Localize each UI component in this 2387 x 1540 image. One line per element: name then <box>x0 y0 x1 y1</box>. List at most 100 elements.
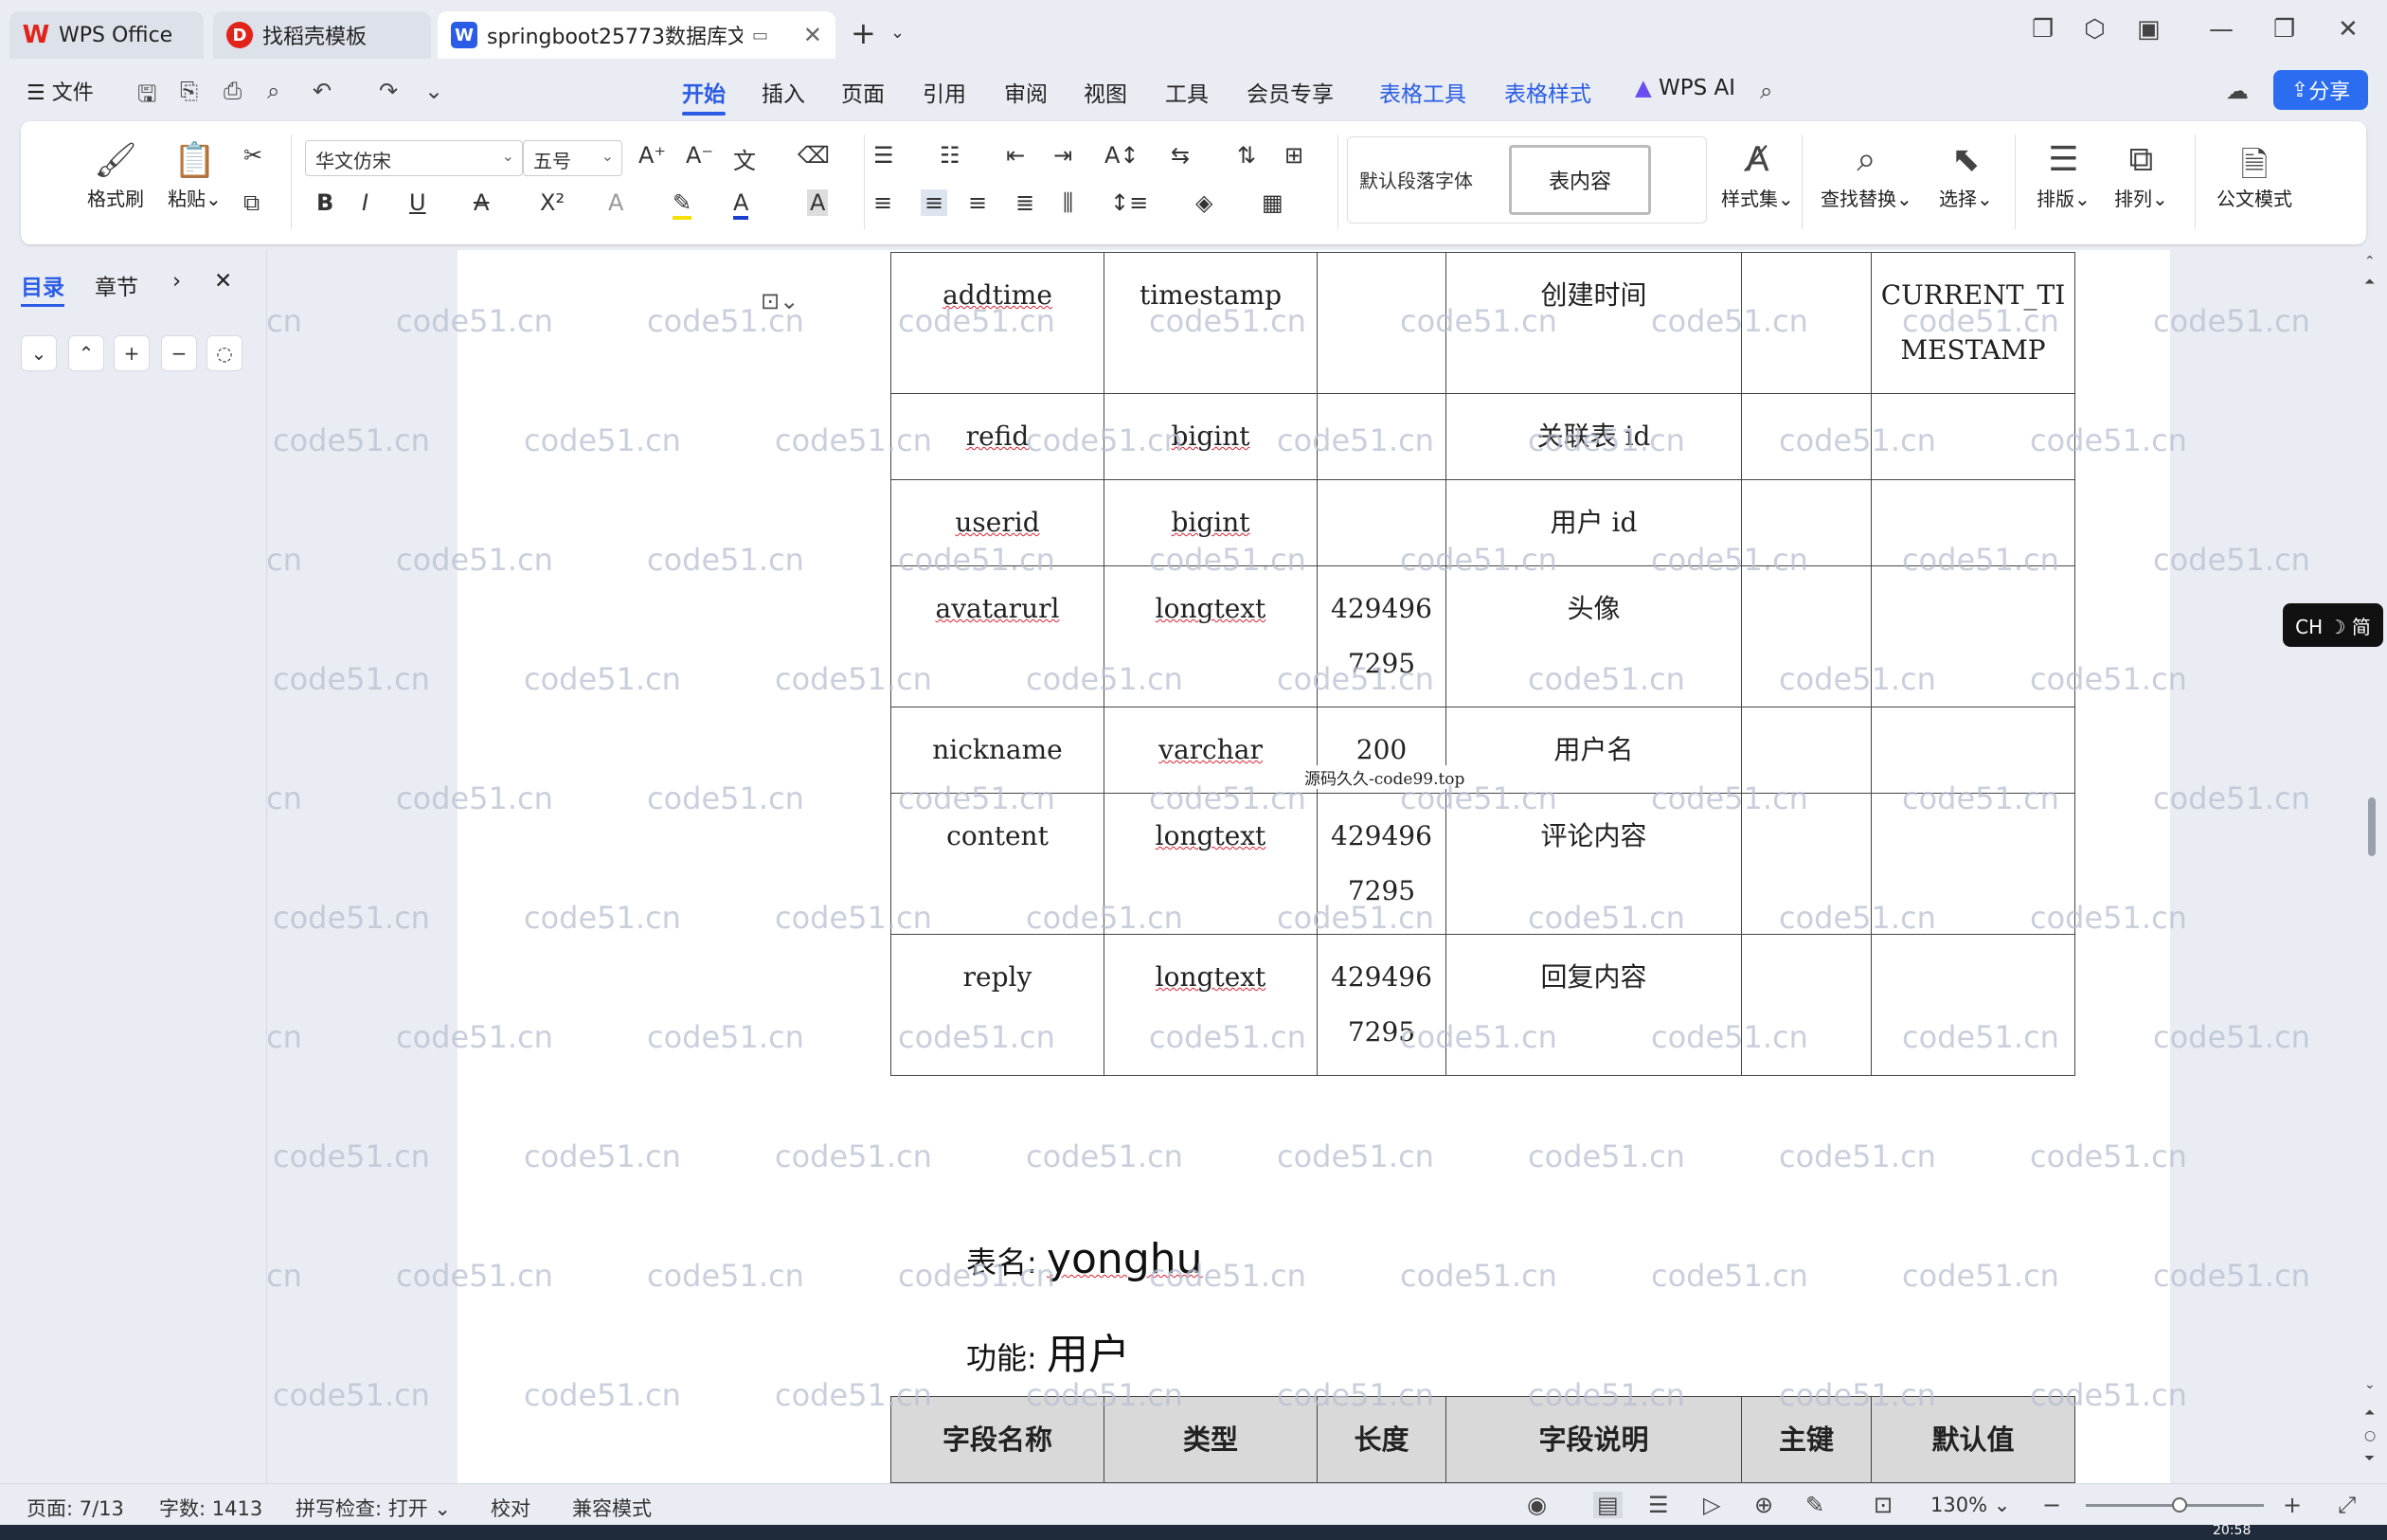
line-spacing-icon[interactable]: ↕≡ <box>1110 189 1148 216</box>
table-cell[interactable]: 评论内容 <box>1445 793 1742 935</box>
menu-member[interactable]: 会员专享 <box>1247 76 1334 108</box>
font-grow-icon[interactable]: A⁺ <box>638 142 666 169</box>
font-shrink-icon[interactable]: A⁻ <box>686 142 713 169</box>
chevron-right-icon[interactable]: › <box>172 269 181 294</box>
collapse-icon[interactable]: ⌄ <box>21 335 57 371</box>
table-cell[interactable] <box>1741 479 1872 566</box>
style-set-button[interactable]: A̸ 样式集⌄ <box>1721 140 1794 211</box>
sort-icon[interactable]: ⇅ <box>1237 142 1256 169</box>
menu-view[interactable]: 视图 <box>1084 76 1127 108</box>
menu-table-style[interactable]: 表格样式 <box>1504 76 1591 108</box>
indent-icon[interactable]: ⇥ <box>1053 142 1072 169</box>
page-indicator[interactable]: 页面: 7/13 <box>27 1494 124 1522</box>
table-cell[interactable]: nickname <box>890 707 1104 794</box>
table-cell[interactable] <box>1871 793 2075 935</box>
expand-icon[interactable]: ⌃ <box>68 335 104 371</box>
char-shading-icon[interactable]: A <box>807 189 829 216</box>
table-cell[interactable] <box>1741 252 1872 394</box>
font-size-select[interactable]: 五号 ⌄ <box>523 140 622 176</box>
menu-review[interactable]: 审阅 <box>1004 76 1048 108</box>
select-button[interactable]: ⬉ 选择⌄ <box>1939 140 1993 211</box>
pen-icon[interactable]: ✎ <box>1805 1492 1824 1518</box>
table-cell[interactable]: 关联表 id <box>1445 393 1742 480</box>
table-cell[interactable] <box>1871 707 2075 794</box>
justify-icon[interactable]: ≣ <box>1015 189 1034 216</box>
avatar[interactable]: ▣ <box>2137 15 2161 44</box>
table-cell[interactable]: refid <box>890 393 1104 480</box>
table-cell[interactable]: 用户名 <box>1445 707 1742 794</box>
word-count[interactable]: 字数: 1413 <box>159 1494 262 1522</box>
document-canvas[interactable]: ⊡⌄ addtime timestamp 创建时间 CURRENT_TIMESTAMP… <box>268 250 2387 1483</box>
line-wrap-icon[interactable]: ⇆ <box>1171 142 1190 169</box>
vertical-scrollbar[interactable]: ⌃ ⏶ ⌄ ⏶ ○ ⏷ <box>2362 250 2381 1483</box>
table-cell[interactable]: 用户 id <box>1445 479 1742 566</box>
page-view-icon[interactable]: ▤ <box>1593 1492 1623 1518</box>
copy-icon[interactable]: ⧉ <box>243 189 260 216</box>
export-icon[interactable]: ⎘ <box>180 78 198 104</box>
table-cell[interactable]: 4294967295 <box>1317 934 1446 1076</box>
text-direction-icon[interactable]: A↕ <box>1104 142 1140 169</box>
official-mode-button[interactable]: 🗎 公文模式 <box>2216 140 2292 211</box>
remove-heading-icon[interactable]: − <box>161 335 197 371</box>
fill-icon[interactable]: ◈ <box>1195 189 1212 216</box>
style-default-font[interactable]: 默认段落字体 <box>1359 166 1473 193</box>
font-color-icon[interactable]: A <box>733 189 749 220</box>
zoom-in-icon[interactable]: + <box>2283 1492 2302 1518</box>
spell-check-toggle[interactable]: 拼写检查: 打开 ⌄ <box>296 1494 451 1522</box>
numbered-list-icon[interactable]: ☷ <box>940 142 960 169</box>
align-left-icon[interactable]: ≡ <box>873 189 892 216</box>
web-view-icon[interactable]: ⊕ <box>1754 1492 1773 1518</box>
minimize-icon[interactable]: — <box>2209 15 2234 44</box>
tab-toc[interactable]: 目录 <box>21 269 64 307</box>
style-table-content[interactable]: 表内容 <box>1509 145 1651 215</box>
tab-wps-office[interactable]: W WPS Office <box>9 11 204 59</box>
table-cell[interactable] <box>1871 565 2075 707</box>
table-cell[interactable]: reply <box>890 934 1104 1076</box>
zoom-slider-handle[interactable] <box>2172 1497 2187 1513</box>
header-cell[interactable]: 字段说明 <box>1445 1396 1742 1483</box>
table-cell[interactable]: 回复内容 <box>1445 934 1742 1076</box>
scroll-up-icon[interactable]: ⌃ <box>2364 254 2376 269</box>
select-browse-icon[interactable]: ○ <box>2364 1428 2376 1443</box>
print-preview-icon[interactable]: ⌕ <box>267 78 279 104</box>
table-cell[interactable] <box>1317 393 1446 480</box>
fullscreen-icon[interactable]: ⤢ <box>2338 1492 2356 1518</box>
menu-home[interactable]: 开始 <box>682 76 726 116</box>
table-cell[interactable]: longtext <box>1104 934 1318 1076</box>
close-pane-icon[interactable]: ✕ <box>214 269 232 294</box>
chevron-down-icon[interactable]: ⌄ <box>890 23 905 43</box>
header-cell[interactable]: 类型 <box>1104 1396 1318 1483</box>
play-icon[interactable]: ▷ <box>1703 1492 1720 1518</box>
print-icon[interactable]: ⎙ <box>224 78 242 104</box>
paste-button[interactable]: 📋 粘贴⌄ <box>168 140 222 211</box>
menu-tools[interactable]: 工具 <box>1165 76 1209 108</box>
align-right-icon[interactable]: ≡ <box>968 189 987 216</box>
table-cell[interactable]: 创建时间 <box>1445 252 1742 394</box>
fit-page-icon[interactable]: ⊡ <box>1874 1492 1893 1518</box>
header-cell[interactable]: 默认值 <box>1871 1396 2075 1483</box>
table-cell[interactable]: bigint <box>1104 479 1318 566</box>
field-table[interactable]: addtime timestamp 创建时间 CURRENT_TIMESTAMP ref… <box>890 252 2075 1076</box>
strikethrough-icon[interactable]: A <box>474 189 489 216</box>
table-cell[interactable]: 头像 <box>1445 565 1742 707</box>
show-marks-icon[interactable]: ⊞ <box>1284 142 1303 169</box>
table-cell[interactable]: addtime <box>890 252 1104 394</box>
underline-icon[interactable]: U <box>409 189 426 216</box>
proofread-button[interactable]: 校对 <box>491 1494 530 1522</box>
align-center-icon[interactable]: ≡ <box>921 189 948 216</box>
table-cell[interactable] <box>1871 393 2075 480</box>
header-cell[interactable]: 长度 <box>1317 1396 1446 1483</box>
window-layout-icon[interactable]: ❐ <box>2032 15 2054 44</box>
outdent-icon[interactable]: ⇤ <box>1006 142 1025 169</box>
highlight-icon[interactable]: ✎ <box>673 189 692 220</box>
text-effect-icon[interactable]: A <box>608 189 623 216</box>
close-window-icon[interactable]: ✕ <box>2338 15 2359 44</box>
table-cell[interactable]: longtext <box>1104 793 1318 935</box>
eye-icon[interactable]: ◉ <box>1527 1492 1547 1518</box>
table-cell[interactable] <box>1741 934 1872 1076</box>
distribute-icon[interactable]: ⫼ <box>1063 189 1073 216</box>
layout-button[interactable]: ☰ 排版⌄ <box>2037 140 2091 211</box>
add-heading-icon[interactable]: + <box>114 335 150 371</box>
file-menu[interactable]: ☰ 文件 <box>27 76 94 106</box>
bullet-list-icon[interactable]: ☰ <box>873 142 894 169</box>
